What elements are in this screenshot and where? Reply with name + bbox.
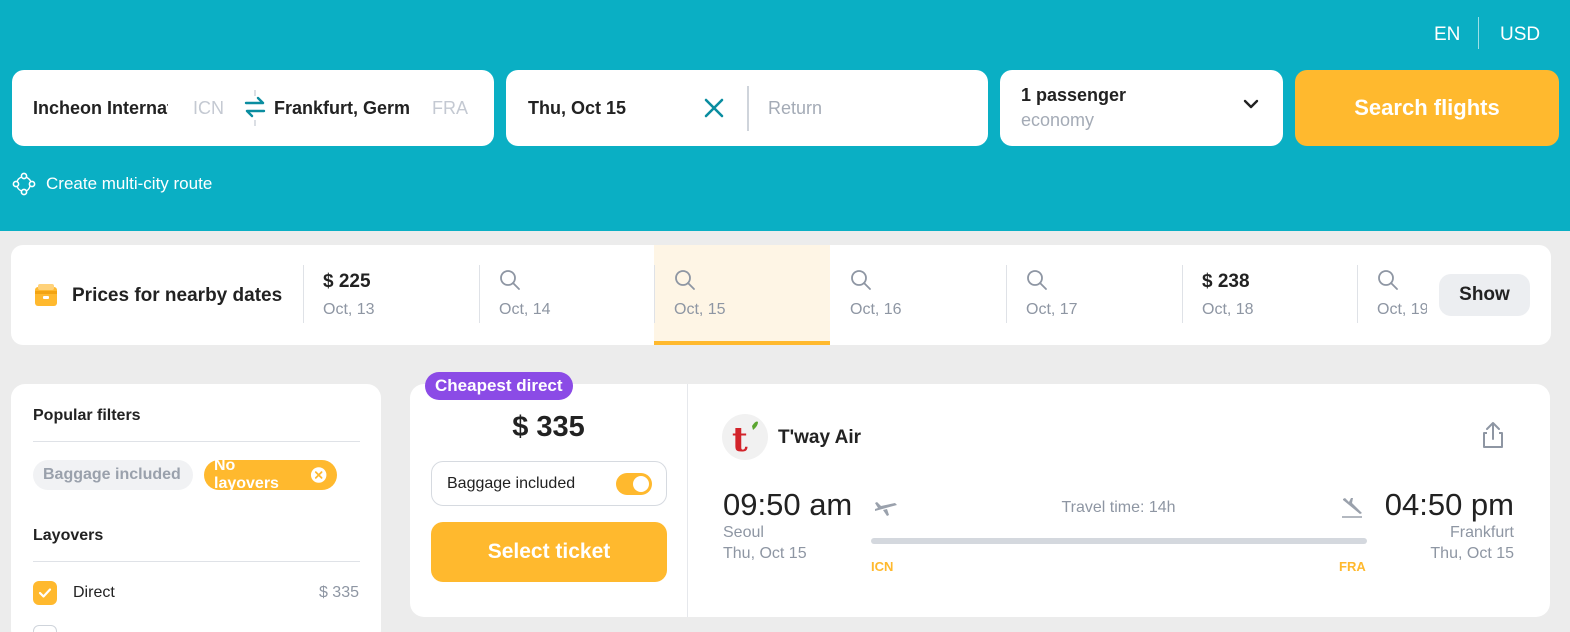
swap-icon[interactable] — [242, 90, 268, 126]
arrival-city: Frankfurt — [1449, 524, 1514, 541]
cell-divider — [1357, 265, 1358, 323]
show-dates-button[interactable]: Show — [1439, 274, 1530, 316]
date-price: $ 225 — [323, 271, 371, 292]
filters-divider — [33, 441, 360, 442]
select-ticket-button[interactable]: Select ticket — [431, 522, 667, 582]
layover-label: Direct — [73, 584, 115, 601]
baggage-label: Baggage included — [447, 475, 576, 492]
search-header: EN USD Incheon International Airport ICN… — [0, 0, 1570, 231]
remove-filter-icon[interactable] — [310, 466, 327, 484]
arrival-time: 04:50 pm — [1384, 487, 1514, 522]
svg-text:t: t — [732, 420, 748, 460]
date-cell[interactable]: Oct, 17 — [1006, 245, 1182, 345]
nearby-dates-panel: Prices for nearby dates $ 225 Oct, 13 Oc… — [11, 245, 1551, 345]
date-divider — [747, 86, 749, 131]
cell-divider — [303, 265, 304, 323]
date-cell[interactable]: Oct, 19 — [1357, 245, 1427, 345]
passengers-dropdown[interactable]: 1 passenger economy — [1000, 70, 1283, 146]
passenger-count: 1 passenger — [1021, 85, 1127, 105]
layovers-title: Layovers — [33, 527, 104, 544]
layover-price: $ 335 — [318, 584, 359, 601]
popular-filters-title: Popular filters — [33, 407, 141, 424]
filter-chip-no-layovers[interactable]: No layovers — [204, 457, 337, 492]
route-progress-bar — [871, 538, 1367, 544]
ticket-card: Cheapest direct $ 335 Baggage included S… — [410, 372, 1550, 617]
departure-code: ICN — [871, 559, 894, 574]
filter-chip-baggage[interactable]: Baggage included — [33, 460, 193, 490]
multi-city-link[interactable]: Create multi-city route — [12, 172, 212, 196]
date-label: Oct, 17 — [1026, 301, 1078, 318]
tway-logo-icon: t — [732, 420, 758, 460]
date-price: $ 238 — [1202, 271, 1250, 292]
return-date-input[interactable]: Return — [768, 98, 822, 119]
arrival-code: FRA — [1339, 559, 1366, 574]
nearby-dates-title: Prices for nearby dates — [72, 285, 283, 306]
currency-selector[interactable]: USD — [1500, 24, 1540, 46]
date-label: Oct, 19 — [1377, 301, 1427, 318]
header-divider — [1478, 17, 1479, 49]
toggle-knob — [633, 476, 649, 492]
dates-field: Thu, Oct 15 Return — [506, 70, 988, 146]
language-selector[interactable]: EN — [1434, 24, 1460, 46]
baggage-toggle-row: Baggage included — [431, 461, 667, 506]
selected-indicator — [654, 341, 830, 345]
airline-name: T'way Air — [778, 427, 862, 448]
baggage-toggle[interactable] — [616, 473, 652, 495]
route-field: Incheon International Airport ICN Frankf… — [12, 70, 494, 146]
date-cell[interactable]: Oct, 16 — [830, 245, 1006, 345]
destination-input[interactable]: Frankfurt, Germany — [274, 98, 409, 119]
origin-input[interactable]: Incheon International Airport — [33, 98, 168, 119]
filters-divider — [33, 561, 360, 562]
destination-code: FRA — [432, 98, 468, 118]
chevron-down-icon — [1243, 99, 1259, 109]
wallet-icon — [35, 284, 57, 306]
arrival-date: Thu, Oct 15 — [1430, 545, 1514, 562]
cell-divider — [1006, 265, 1007, 323]
cell-divider — [654, 265, 655, 323]
cell-divider — [1182, 265, 1183, 323]
date-label: Oct, 14 — [499, 301, 551, 318]
departure-city: Seoul — [723, 524, 764, 541]
cell-divider — [479, 265, 480, 323]
search-icon — [1027, 270, 1047, 290]
ticket-divider — [687, 384, 688, 617]
cabin-class: economy — [1021, 110, 1095, 130]
search-icon — [500, 270, 520, 290]
search-icon — [1378, 270, 1398, 290]
filters-panel: Popular filters Baggage included No layo… — [11, 384, 381, 632]
route-icon — [12, 172, 36, 196]
depart-date-input[interactable]: Thu, Oct 15 — [528, 98, 626, 119]
date-cell[interactable]: $ 238 Oct, 18 — [1182, 245, 1358, 345]
origin-code: ICN — [193, 98, 224, 118]
direct-checkbox[interactable] — [33, 581, 57, 605]
date-cell[interactable]: Oct, 14 — [479, 245, 655, 345]
chip-label: Baggage included — [43, 466, 181, 483]
multi-city-label: Create multi-city route — [46, 174, 213, 193]
date-label: Oct, 18 — [1202, 301, 1254, 318]
ticket-price: $ 335 — [512, 411, 585, 443]
landing-icon — [1342, 498, 1362, 518]
cheapest-direct-badge: Cheapest direct — [425, 372, 573, 400]
layover-checkbox[interactable] — [33, 625, 57, 632]
search-icon — [675, 270, 695, 290]
date-label: Oct, 15 — [674, 301, 726, 318]
search-flights-button[interactable]: Search flights — [1295, 70, 1559, 146]
date-label: Oct, 16 — [850, 301, 902, 318]
check-icon — [38, 588, 52, 598]
search-icon — [851, 270, 871, 290]
travel-time: Travel time: 14h — [1061, 499, 1176, 516]
departure-time: 09:50 am — [723, 487, 853, 522]
chip-label: No layovers — [214, 457, 279, 492]
clear-date-icon[interactable] — [702, 96, 726, 120]
date-label: Oct, 13 — [323, 301, 375, 318]
date-cell-selected[interactable]: Oct, 15 — [654, 245, 830, 345]
departure-date: Thu, Oct 15 — [723, 545, 807, 562]
airline-logo: t — [722, 414, 768, 460]
share-icon[interactable] — [1481, 420, 1505, 450]
date-cell[interactable]: $ 225 Oct, 13 — [303, 245, 479, 345]
